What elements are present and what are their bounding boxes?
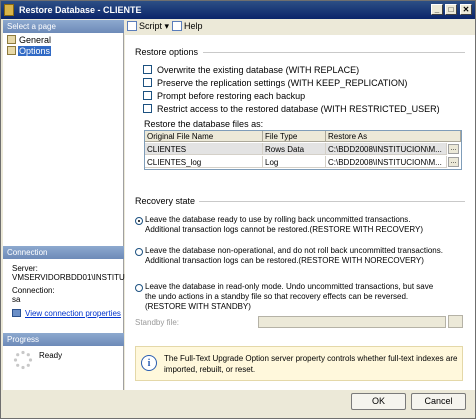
server-label: Server:: [12, 264, 38, 273]
script-icon: [127, 21, 137, 31]
help-button[interactable]: Help: [172, 21, 203, 31]
radio-button[interactable]: [135, 217, 143, 225]
close-button[interactable]: ✕: [460, 4, 472, 15]
view-connection-properties-link[interactable]: View connection properties: [12, 309, 121, 318]
checkbox-box[interactable]: [143, 65, 152, 74]
restore-options-title: Restore options: [135, 47, 199, 57]
radio-button[interactable]: [135, 284, 143, 292]
column-header-file-type[interactable]: File Type: [263, 131, 326, 142]
properties-icon: [12, 309, 21, 317]
view-connection-properties-label: View connection properties: [25, 309, 121, 318]
overwrite-checkbox[interactable]: Overwrite the existing database (WITH RE…: [143, 65, 359, 75]
cell-restore-as[interactable]: C:\BDD2008\INSTITUCION\M...: [326, 143, 447, 155]
info-icon: i: [141, 355, 157, 371]
page-icon: [7, 35, 16, 44]
checkbox-label: Prompt before restoring each backup: [157, 91, 306, 101]
progress-header: Progress: [3, 333, 124, 346]
script-label: Script: [139, 21, 163, 31]
recovery-state-title: Recovery state: [135, 196, 196, 206]
checkbox-box[interactable]: [143, 104, 152, 113]
chevron-down-icon[interactable]: ▾: [165, 21, 170, 31]
divider: [199, 201, 465, 202]
browse-button[interactable]: ...: [448, 144, 459, 154]
divider: [203, 52, 465, 53]
nav-item-options[interactable]: Options: [7, 46, 52, 57]
cancel-button[interactable]: Cancel: [411, 393, 466, 410]
checkbox-box[interactable]: [143, 91, 152, 100]
checkbox-label: Restrict access to the restored database…: [157, 104, 440, 114]
info-message: i The Full-Text Upgrade Option server pr…: [135, 346, 463, 381]
norecovery-option-text: Leave the database non-operational, and …: [145, 246, 443, 265]
checkbox-box[interactable]: [143, 78, 152, 87]
standby-file-label: Standby file:: [135, 318, 180, 327]
column-header-restore-as[interactable]: Restore As: [326, 131, 461, 142]
restore-database-dialog: Restore Database - CLIENTE _ □ ✕ Select …: [0, 0, 476, 419]
database-icon: [4, 4, 14, 16]
minimize-button[interactable]: _: [431, 4, 443, 15]
left-pane: Select a page General Options Connection…: [3, 20, 131, 390]
browse-button[interactable]: ...: [448, 157, 459, 167]
restore-files-grid: Original File Name File Type Restore As …: [144, 130, 462, 170]
connection-label: Connection:: [12, 286, 55, 295]
options-page: Restore options Overwrite the existing d…: [125, 35, 475, 390]
connection-value: sa: [12, 295, 21, 304]
standby-browse-button[interactable]: [448, 315, 463, 328]
restrict-access-checkbox[interactable]: Restrict access to the restored database…: [143, 104, 440, 114]
cell-file-type: Rows Data: [263, 143, 326, 155]
progress-spinner-icon: [13, 350, 33, 370]
progress-status: Ready: [39, 351, 63, 360]
window-title: Restore Database - CLIENTE: [19, 5, 142, 15]
script-button[interactable]: Script ▾: [127, 21, 169, 32]
radio-button[interactable]: [135, 248, 143, 256]
cell-original-file-name: CLIENTES: [145, 143, 263, 155]
cell-original-file-name: CLIENTES_log: [145, 156, 263, 168]
standby-file-input[interactable]: [258, 316, 446, 328]
select-page-header: Select a page: [3, 20, 124, 33]
maximize-button[interactable]: □: [445, 4, 457, 15]
checkbox-label: Preserve the replication settings (WITH …: [157, 78, 408, 88]
recovery-option-text: Leave the database ready to use by rolli…: [145, 215, 424, 234]
nav-item-label: Options: [18, 46, 52, 56]
toolbar: Script ▾ Help: [125, 20, 475, 34]
server-value: VMSERVIDORBDD01\INSTITUC: [12, 273, 131, 282]
prompt-before-restoring-checkbox[interactable]: Prompt before restoring each backup: [143, 91, 305, 101]
connection-header: Connection: [3, 246, 124, 259]
standby-option-text: Leave the database in read-only mode. Un…: [145, 282, 434, 311]
ok-button[interactable]: OK: [351, 393, 406, 410]
preserve-replication-checkbox[interactable]: Preserve the replication settings (WITH …: [143, 78, 407, 88]
nav-item-label: General: [19, 35, 52, 45]
cell-restore-as[interactable]: C:\BDD2008\INSTITUCION\M...: [326, 156, 447, 168]
nav-item-general[interactable]: General: [7, 35, 52, 46]
restore-files-label: Restore the database files as:: [144, 119, 264, 129]
cell-file-type: Log: [263, 156, 326, 168]
title-bar[interactable]: Restore Database - CLIENTE _ □ ✕: [1, 1, 475, 19]
column-header-original-file-name[interactable]: Original File Name: [145, 131, 263, 142]
checkbox-label: Overwrite the existing database (WITH RE…: [157, 65, 360, 75]
page-icon: [7, 46, 16, 55]
help-label: Help: [184, 21, 203, 31]
info-text: The Full-Text Upgrade Option server prop…: [164, 354, 458, 374]
help-icon: [172, 21, 182, 31]
